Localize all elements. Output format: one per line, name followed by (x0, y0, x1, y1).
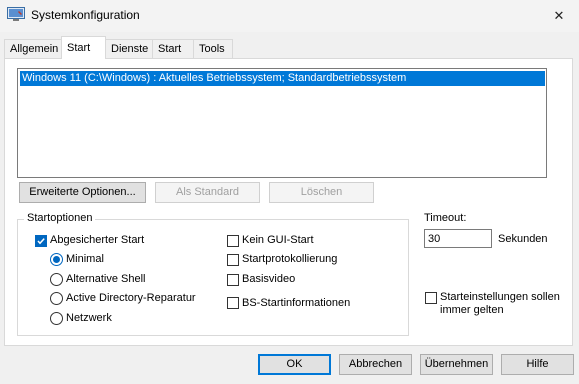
apply-button[interactable]: Übernehmen (420, 354, 493, 375)
close-button[interactable]: ✕ (540, 2, 578, 30)
cancel-button[interactable]: Abbrechen (339, 354, 412, 375)
tab-strip: Allgemein Start Dienste Start Tools (0, 36, 579, 59)
timeout-unit-label: Sekunden (498, 233, 548, 245)
tab-boot[interactable]: Start (61, 36, 106, 59)
set-default-button[interactable]: Als Standard (155, 182, 260, 203)
boot-log-label: Startprotokollierung (242, 253, 338, 265)
close-icon: ✕ (553, 8, 565, 23)
make-permanent-checkbox[interactable] (425, 292, 437, 304)
os-boot-info-label: BS-Startinformationen (242, 297, 351, 309)
boot-log-checkbox[interactable] (227, 254, 239, 266)
make-permanent-line-1: Starteinstellungen sollen (440, 291, 560, 303)
network-radio[interactable] (50, 312, 63, 325)
timeout-label: Timeout: (424, 212, 467, 224)
alternate-shell-label: Alternative Shell (66, 273, 146, 285)
tab-label: Dienste (111, 43, 149, 55)
delete-button[interactable]: Löschen (269, 182, 374, 203)
tab-tools[interactable]: Tools (193, 39, 233, 58)
alternate-shell-radio[interactable] (50, 273, 63, 286)
window-title: Systemkonfiguration (31, 8, 140, 22)
boot-entry-item[interactable]: Windows 11 (C:\Windows) : Aktuelles Betr… (20, 71, 545, 86)
tab-services[interactable]: Dienste (105, 39, 153, 58)
ad-repair-radio[interactable] (50, 292, 63, 305)
minimal-label: Minimal (66, 253, 104, 265)
tab-label: Start (67, 42, 91, 54)
help-button[interactable]: Hilfe (501, 354, 574, 375)
ok-button[interactable]: OK (258, 354, 331, 375)
boot-entries-list[interactable]: Windows 11 (C:\Windows) : Aktuelles Betr… (17, 68, 547, 178)
os-boot-info-checkbox[interactable] (227, 297, 239, 309)
tab-general[interactable]: Allgemein (4, 39, 62, 58)
no-gui-boot-label: Kein GUI-Start (242, 234, 314, 246)
tab-startup[interactable]: Start (152, 39, 194, 58)
network-label: Netzwerk (66, 312, 112, 324)
safe-boot-checkbox[interactable] (35, 235, 47, 247)
no-gui-boot-checkbox[interactable] (227, 235, 239, 247)
make-permanent-label: Starteinstellungen sollen immer gelten (440, 291, 560, 317)
base-video-label: Basisvideo (242, 273, 296, 285)
boot-options-label: Startoptionen (24, 212, 96, 224)
tab-label: Start (158, 43, 182, 55)
system-config-icon (7, 7, 25, 21)
checkmark-icon (37, 238, 45, 245)
advanced-options-button[interactable]: Erweiterte Optionen... (19, 182, 146, 203)
tab-label: Allgemein (10, 43, 59, 55)
tab-label: Tools (199, 43, 225, 55)
make-permanent-line-2: immer gelten (440, 304, 504, 316)
timeout-input[interactable] (424, 229, 492, 248)
minimal-radio[interactable] (50, 253, 63, 266)
safe-boot-label: Abgesicherter Start (50, 234, 145, 246)
base-video-checkbox[interactable] (227, 274, 239, 286)
ad-repair-label: Active Directory-Reparatur (66, 292, 196, 304)
